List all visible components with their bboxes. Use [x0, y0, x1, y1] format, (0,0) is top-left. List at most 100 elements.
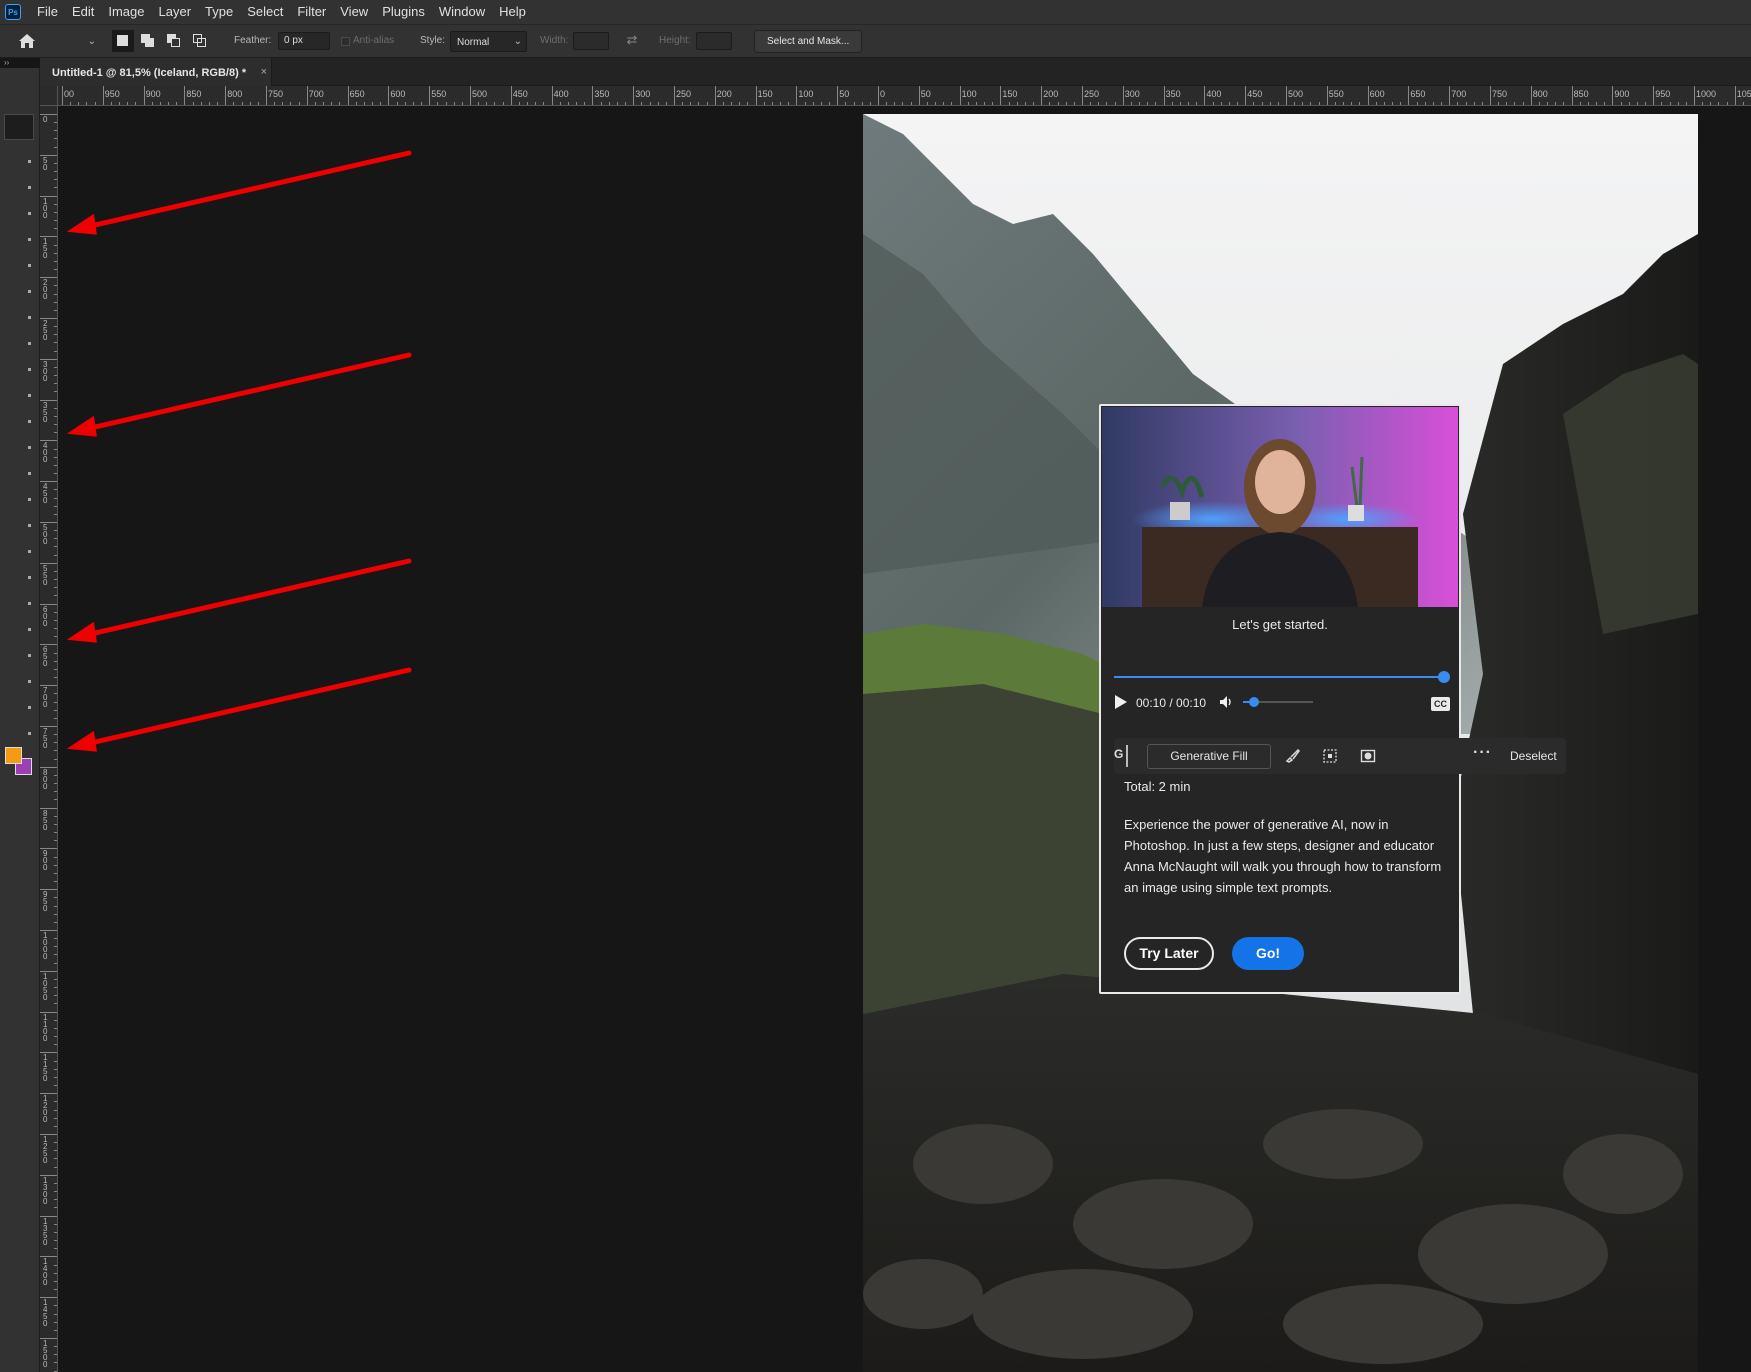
ruler-subtick	[1008, 102, 1010, 105]
ruler-subtick	[600, 102, 602, 105]
intersect-selection-mode-button[interactable]	[193, 34, 207, 48]
ruler-subtick	[54, 424, 57, 426]
subtract-selection-mode-button[interactable]	[167, 34, 181, 48]
menu-help[interactable]: Help	[492, 0, 533, 24]
tool-button[interactable]	[28, 394, 31, 397]
tool-button[interactable]	[28, 654, 31, 657]
ruler-subtick	[54, 783, 57, 785]
ruler-subtick	[54, 1321, 57, 1323]
tool-button[interactable]	[28, 264, 31, 267]
ruler-label: 200	[716, 89, 732, 99]
more-options-icon[interactable]: ···	[1473, 744, 1492, 762]
ruler-tick	[1163, 86, 1165, 105]
tutorial-video[interactable]	[1102, 407, 1458, 607]
tool-button[interactable]	[28, 316, 31, 319]
tool-button[interactable]	[28, 524, 31, 527]
add-selection-mode-button[interactable]	[141, 34, 155, 48]
ruler-subtick	[1065, 102, 1067, 105]
volume-icon[interactable]	[1219, 695, 1233, 709]
transform-icon[interactable]	[1322, 748, 1338, 764]
volume-slider[interactable]	[1243, 696, 1313, 708]
menu-type[interactable]: Type	[198, 0, 240, 24]
generative-fill-button[interactable]: Generative Fill	[1147, 744, 1271, 769]
menu-edit[interactable]: Edit	[65, 0, 101, 24]
ruler-subtick	[54, 179, 57, 181]
swap-icon[interactable]: ⇄	[623, 32, 641, 50]
tool-button[interactable]	[28, 290, 31, 293]
menu-select[interactable]: Select	[240, 0, 290, 24]
ruler-subtick	[1400, 102, 1402, 105]
play-icon[interactable]	[1113, 694, 1129, 710]
ruler-subtick	[54, 628, 57, 630]
ruler-tick	[225, 86, 227, 105]
ruler-subtick	[54, 456, 57, 458]
tool-button[interactable]	[28, 576, 31, 579]
ruler-subtick	[747, 102, 749, 105]
tool-button[interactable]	[28, 680, 31, 683]
tool-button[interactable]	[28, 420, 31, 423]
ruler-subtick	[576, 102, 578, 105]
menu-layer[interactable]: Layer	[152, 0, 199, 24]
height-label: Height:	[659, 35, 691, 46]
home-icon[interactable]	[18, 33, 36, 49]
panel-collapse-toggle[interactable]: ››	[0, 58, 40, 68]
ruler-label: 1500	[43, 1339, 48, 1369]
tool-button[interactable]	[28, 498, 31, 501]
tool-button[interactable]	[28, 628, 31, 631]
tool-button[interactable]	[28, 602, 31, 605]
menu-view[interactable]: View	[333, 0, 375, 24]
tool-button[interactable]	[28, 186, 31, 189]
ruler-label: 550	[1328, 89, 1344, 99]
tool-button[interactable]	[28, 342, 31, 345]
select-and-mask-button[interactable]: Select and Mask...	[754, 30, 863, 53]
close-icon[interactable]: ×	[261, 66, 267, 78]
closed-captions-button[interactable]: CC	[1431, 697, 1450, 711]
video-progress-slider[interactable]	[1114, 670, 1450, 684]
ruler-label: 450	[43, 482, 48, 506]
ruler-subtick	[518, 102, 520, 105]
menu-image[interactable]: Image	[101, 0, 151, 24]
progress-handle[interactable]	[1438, 671, 1450, 683]
width-input[interactable]	[573, 32, 609, 50]
brush-icon[interactable]	[1284, 748, 1300, 764]
menu-plugins[interactable]: Plugins	[375, 0, 432, 24]
ruler-subtick	[1636, 102, 1638, 105]
ruler-tick	[1530, 86, 1532, 105]
volume-handle[interactable]	[1248, 697, 1259, 707]
ruler-subtick	[54, 1076, 57, 1078]
ruler-label: 800	[43, 767, 48, 791]
style-select[interactable]: Normal ⌄	[450, 31, 527, 52]
tool-button[interactable]	[28, 706, 31, 709]
tool-button[interactable]	[28, 550, 31, 553]
new-selection-mode-button[interactable]	[112, 30, 134, 52]
tool-button[interactable]	[28, 368, 31, 371]
try-later-button[interactable]: Try Later	[1124, 937, 1214, 970]
horizontal-ruler[interactable]: 00 950 900 850 800 750 700 650 600 550 500 450 400 35…	[58, 86, 1751, 106]
tool-button[interactable]	[28, 732, 31, 735]
menu-file[interactable]: File	[30, 0, 65, 24]
document-tab[interactable]: Untitled-1 @ 81,5% (Iceland, RGB/8) * ×	[40, 58, 272, 86]
height-input[interactable]	[696, 32, 732, 50]
menu-filter[interactable]: Filter	[290, 0, 333, 24]
deselect-button[interactable]: Deselect	[1510, 749, 1557, 763]
ruler-subtick	[1261, 102, 1263, 105]
tool-preset-picker[interactable]: ⌄	[58, 31, 98, 51]
menu-window[interactable]: Window	[432, 0, 492, 24]
ruler-subtick	[1506, 102, 1508, 105]
ruler-subtick	[94, 102, 96, 105]
tool-button[interactable]	[28, 446, 31, 449]
tool-button[interactable]	[28, 472, 31, 475]
vertical-ruler[interactable]: 0 50 100 150 200 250 300 350 400 450 500 550 600 650 7…	[40, 106, 58, 1372]
ruler-subtick	[54, 1085, 57, 1087]
mask-icon[interactable]	[1360, 748, 1376, 764]
tool-button[interactable]	[28, 238, 31, 241]
feather-input[interactable]: 0 px	[278, 32, 330, 50]
tool-button[interactable]	[28, 160, 31, 163]
go-button[interactable]: Go!	[1232, 937, 1304, 970]
taskbar-grip-handle[interactable]: G	[1114, 745, 1128, 767]
anti-alias-checkbox[interactable]	[341, 37, 350, 46]
active-tool-slot[interactable]	[4, 114, 34, 140]
foreground-color-swatch[interactable]	[5, 747, 22, 764]
tool-button[interactable]	[28, 212, 31, 215]
ruler-subtick	[486, 102, 488, 105]
